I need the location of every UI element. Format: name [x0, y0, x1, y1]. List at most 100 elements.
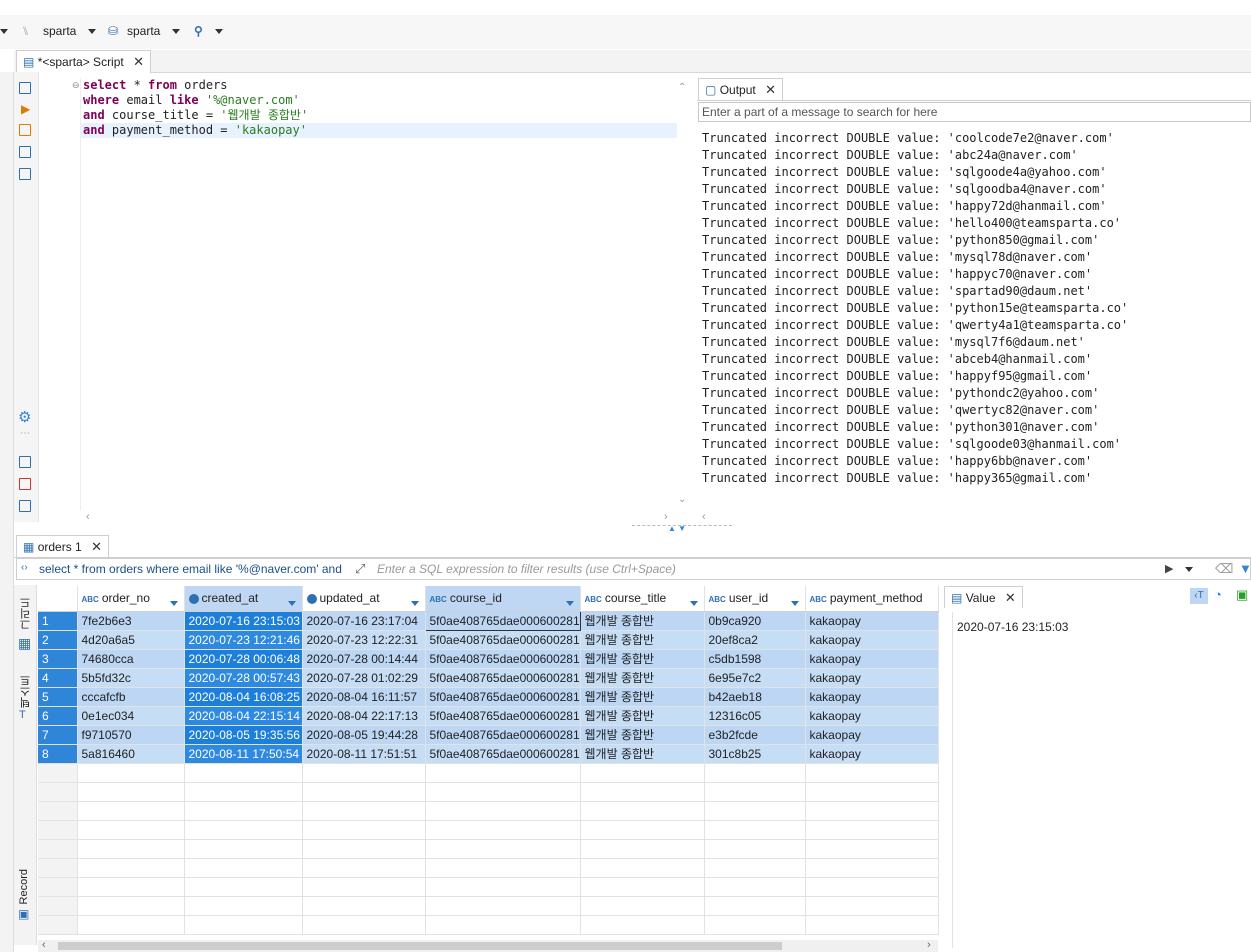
variables-icon[interactable]: [19, 500, 31, 512]
table-cell[interactable]: 5f0ae408765dae0006002816: [425, 706, 581, 726]
apply-filter-icon[interactable]: ▶: [1165, 562, 1173, 575]
table-cell[interactable]: 2020-07-23 12:21:46: [184, 630, 303, 650]
close-icon[interactable]: ✕: [1005, 587, 1016, 609]
table-cell[interactable]: 2020-08-05 19:35:56: [184, 725, 303, 745]
table-cell[interactable]: 웹개발 종합반: [580, 706, 705, 726]
column-header-course-id[interactable]: ABC course_id: [425, 586, 581, 612]
table-cell[interactable]: 웹개발 종합반: [580, 668, 705, 688]
tab-orders-1[interactable]: ▦ orders 1 ✕: [16, 535, 109, 557]
column-header-user-id[interactable]: ABC user_id: [704, 586, 806, 612]
table-cell[interactable]: 5f0ae408765dae0006002816: [425, 649, 581, 669]
sort-caret-icon[interactable]: [790, 596, 799, 610]
grid-scroll-right-icon[interactable]: ›: [927, 939, 931, 951]
table-cell[interactable]: kakaopay: [805, 649, 939, 669]
table-cell[interactable]: 2020-08-04 22:17:13: [302, 706, 426, 726]
row-number[interactable]: 7: [38, 725, 78, 745]
table-cell[interactable]: e3b2fcde: [704, 725, 806, 745]
tab-record-view[interactable]: Record: [18, 869, 30, 904]
filter-input[interactable]: Enter a SQL expression to filter results…: [377, 562, 1157, 576]
table-cell[interactable]: 2020-07-23 12:22:31: [302, 630, 426, 650]
editor-scroll-right-icon[interactable]: ›: [664, 511, 668, 523]
table-cell[interactable]: c5db1598: [704, 649, 806, 669]
sort-caret-icon[interactable]: [689, 596, 698, 610]
tab-text-view[interactable]: 텍스트: [18, 675, 34, 708]
editor-scroll-left-icon[interactable]: ‹: [86, 511, 90, 523]
editor-scroll-down-icon[interactable]: ⌄: [678, 494, 686, 505]
table-cell[interactable]: 20ef8ca2: [704, 630, 806, 650]
table-cell[interactable]: kakaopay: [805, 611, 939, 631]
table-cell[interactable]: 2020-08-11 17:50:54: [184, 744, 303, 764]
export-icon[interactable]: [19, 456, 31, 468]
splitter-collapse-arrows[interactable]: ▲ ▼: [668, 524, 686, 533]
grid-icon[interactable]: ▦: [18, 635, 31, 652]
output-search-input[interactable]: Enter a part of a message to search for …: [698, 102, 1251, 122]
sql-editor[interactable]: [50, 78, 677, 510]
timestamp-format-icon[interactable]: ◔: [1214, 587, 1222, 602]
search-icon[interactable]: ⚲: [194, 24, 203, 38]
table-cell[interactable]: kakaopay: [805, 725, 939, 745]
value-viewer[interactable]: 2020-07-16 23:15:03: [952, 612, 1251, 948]
tab-output[interactable]: ▢ Output ✕: [698, 78, 783, 100]
table-cell[interactable]: 5f0ae408765dae0006002816: [425, 668, 581, 688]
row-number[interactable]: 6: [38, 706, 78, 726]
table-cell[interactable]: 2020-07-16 23:17:04: [302, 611, 426, 631]
table-cell[interactable]: kakaopay: [805, 687, 939, 707]
database-selector[interactable]: sparta: [127, 24, 160, 38]
table-cell[interactable]: 74680cca: [77, 649, 185, 669]
table-row[interactable]: 4 5b5fd32c 2020-07-28 00:57:43 2020-07-28 0…: [38, 668, 939, 688]
load-script-icon[interactable]: [19, 146, 31, 158]
table-cell[interactable]: kakaopay: [805, 706, 939, 726]
column-header-order-no[interactable]: ABC order_no: [77, 586, 185, 612]
sort-caret-icon[interactable]: [287, 596, 296, 610]
table-cell[interactable]: 5f0ae408765dae0006002816: [425, 687, 581, 707]
table-cell[interactable]: 5f0ae408765dae0006002816: [425, 630, 581, 650]
text-view-icon[interactable]: T: [19, 709, 26, 721]
table-cell[interactable]: b42aeb18: [704, 687, 806, 707]
tab-sparta-script[interactable]: ▤ *<sparta> Script ✕: [16, 50, 151, 73]
output-scroll-left-icon[interactable]: ‹: [702, 511, 706, 523]
table-cell[interactable]: 2020-08-11 17:51:51: [302, 744, 426, 764]
close-icon[interactable]: ✕: [133, 51, 144, 73]
fold-icon[interactable]: ⊖: [72, 80, 80, 91]
table-cell[interactable]: 5f0ae408765dae0006002816: [425, 725, 581, 745]
table-row[interactable]: 2 4d20a6a5 2020-07-23 12:21:46 2020-07-23 1…: [38, 630, 939, 650]
table-cell[interactable]: 웹개발 종합반: [580, 725, 705, 745]
table-cell[interactable]: 7fe2b6e3: [77, 611, 185, 631]
row-number[interactable]: 8: [38, 744, 78, 764]
tab-value[interactable]: ▤ Value ✕: [944, 586, 1023, 608]
column-header-course-title[interactable]: ABC course_title: [580, 586, 705, 612]
table-cell[interactable]: 웹개발 종합반: [580, 744, 705, 764]
table-cell[interactable]: f9710570: [77, 725, 185, 745]
database-dropdown-arrow[interactable]: [172, 24, 180, 38]
close-icon[interactable]: ✕: [91, 536, 102, 558]
row-number[interactable]: 3: [38, 649, 78, 669]
table-cell[interactable]: 5f0ae408765dae0006002816: [425, 744, 581, 764]
table-cell[interactable]: 301c8b25: [704, 744, 806, 764]
table-row[interactable]: 7 f9710570 2020-08-05 19:35:56 2020-08-05 1…: [38, 725, 939, 745]
table-cell[interactable]: 2020-07-28 00:06:48: [184, 649, 303, 669]
row-number[interactable]: 4: [38, 668, 78, 688]
sort-caret-icon[interactable]: [565, 596, 574, 610]
table-row[interactable]: 6 0e1ec034 2020-08-04 22:15:14 2020-08-04 2…: [38, 706, 939, 726]
table-cell[interactable]: 2020-08-04 22:15:14: [184, 706, 303, 726]
table-cell[interactable]: 5b5fd32c: [77, 668, 185, 688]
table-cell[interactable]: kakaopay: [805, 744, 939, 764]
expand-icon[interactable]: ⤢: [355, 561, 365, 577]
table-cell[interactable]: 2020-07-28 00:14:44: [302, 649, 426, 669]
gear-icon[interactable]: ⚙: [18, 408, 31, 426]
eraser-icon[interactable]: ⌫: [1215, 561, 1233, 577]
explain-plan-icon[interactable]: [19, 124, 31, 136]
save-icon[interactable]: ▣: [1236, 587, 1248, 603]
connection-selector[interactable]: sparta: [43, 24, 76, 38]
row-number[interactable]: 5: [38, 687, 78, 707]
tab-grid-view[interactable]: 그리드: [18, 597, 34, 630]
search-dropdown-arrow[interactable]: [215, 24, 223, 38]
table-cell[interactable]: 2020-08-05 19:44:28: [302, 725, 426, 745]
table-cell[interactable]: 0b9ca920: [704, 611, 806, 631]
filter-history-dropdown[interactable]: [1185, 562, 1193, 576]
connection-dropdown-arrow[interactable]: [88, 24, 96, 38]
column-header-payment-method[interactable]: ABC payment_method: [805, 586, 939, 612]
table-cell[interactable]: 0e1ec034: [77, 706, 185, 726]
table-cell[interactable]: kakaopay: [805, 630, 939, 650]
table-cell[interactable]: 12316c05: [704, 706, 806, 726]
